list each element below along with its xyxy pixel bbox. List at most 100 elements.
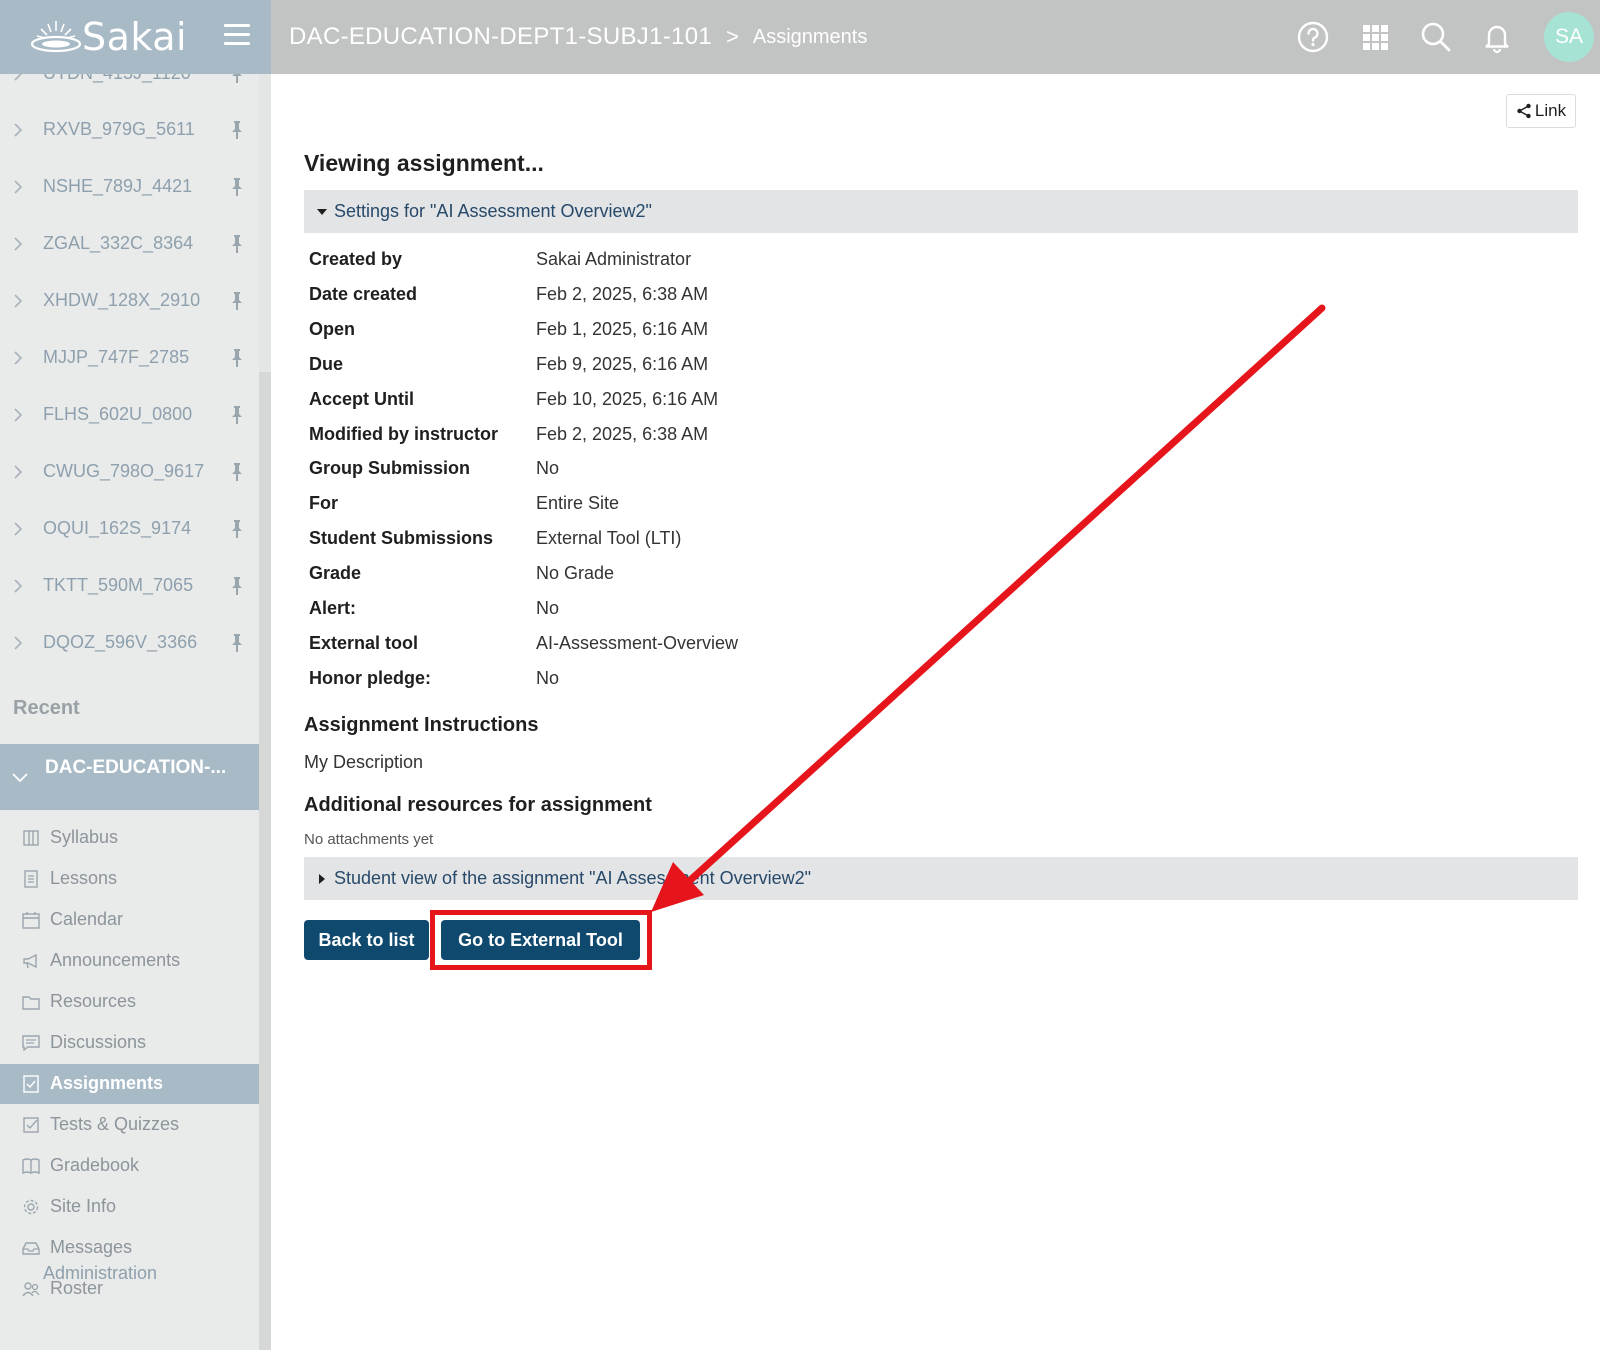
sidebar-site-label: RXVB_979G_5611: [43, 119, 195, 139]
sidebar-item-label: Calendar: [50, 909, 124, 929]
logo-text: Sakai: [82, 15, 188, 59]
lessons-icon: [22, 870, 40, 888]
chevron-right-icon: [14, 636, 23, 650]
sidebar-site-item[interactable]: DQOZ_596V_3366: [0, 623, 259, 663]
current-site-header[interactable]: DAC-EDUCATION-...: [0, 744, 259, 810]
sidebar-site-item[interactable]: RXVB_979G_5611: [0, 110, 259, 150]
sidebar-site-label: TKTT_590M_7065: [43, 575, 194, 595]
sidebar-site-item[interactable]: UTDN_415J_1120: [0, 74, 259, 94]
detail-key: Open: [309, 318, 356, 339]
sidebar-site-label: OQUI_162S_9174: [43, 518, 192, 538]
detail-key: Group Submission: [309, 458, 471, 479]
sakai-logo[interactable]: Sakai: [28, 14, 187, 60]
detail-key: Honor pledge:: [309, 667, 431, 688]
detail-value: AI-Assessment-Overview: [536, 632, 739, 653]
pin-icon[interactable]: [230, 462, 244, 482]
sidebar-site-item[interactable]: CWUG_798O_9617: [0, 452, 259, 492]
hamburger-line: [224, 33, 250, 36]
sidebar-item-label: Syllabus: [50, 827, 119, 847]
bell-icon[interactable]: [1480, 20, 1514, 54]
pin-icon[interactable]: [230, 405, 244, 425]
detail-key: Grade: [309, 563, 362, 584]
sidebar-site-item[interactable]: ZGAL_332C_8364: [0, 224, 259, 264]
recent-heading: Recent: [13, 697, 80, 719]
settings-accordion-toggle[interactable]: Settings for "AI Assessment Overview2": [304, 190, 1578, 233]
pin-icon[interactable]: [230, 633, 244, 653]
pin-icon[interactable]: [230, 234, 244, 254]
sidebar-site-label: MJJP_747F_2785: [43, 347, 190, 367]
student-view-accordion-label: Student view of the assignment "AI Asses…: [334, 868, 811, 888]
student-view-accordion-toggle[interactable]: Student view of the assignment "AI Asses…: [304, 857, 1578, 900]
current-site-name: DAC-EDUCATION-...: [45, 757, 227, 778]
sidebar-site-label: DQOZ_596V_3366: [43, 632, 198, 652]
sidebar-item-gradebook[interactable]: Gradebook: [0, 1146, 259, 1186]
sidebar-item-label: Gradebook: [50, 1155, 140, 1175]
sidebar-item-site-info[interactable]: Site Info: [0, 1187, 259, 1227]
pin-icon[interactable]: [230, 74, 244, 84]
hamburger-line: [224, 42, 250, 45]
sidebar-site-item[interactable]: MJJP_747F_2785: [0, 338, 259, 378]
sidebar-item-label: Announcements: [50, 950, 181, 970]
sidebar-item-calendar[interactable]: Calendar: [0, 900, 259, 940]
syllabus-icon: [22, 829, 40, 847]
user-avatar[interactable]: SA: [1544, 12, 1594, 62]
chevron-down-icon: [12, 773, 28, 783]
calendar-icon: [22, 911, 40, 929]
pin-icon[interactable]: [230, 177, 244, 197]
pin-icon[interactable]: [230, 576, 244, 596]
chevron-right-icon: [14, 351, 23, 365]
pin-icon[interactable]: [230, 120, 244, 140]
hamburger-line: [224, 24, 250, 27]
sidebar-item-tests-quizzes[interactable]: Tests & Quizzes: [0, 1105, 259, 1145]
search-icon[interactable]: [1419, 20, 1453, 54]
sidebar-item-label: Tests & Quizzes: [50, 1114, 180, 1134]
sidebar-item-label: Lessons: [50, 868, 118, 888]
sidebar-site-item[interactable]: XHDW_128X_2910: [0, 281, 259, 321]
gradebook-icon: [22, 1157, 40, 1175]
pin-icon[interactable]: [230, 519, 244, 539]
sidebar-item-messages[interactable]: Messages: [0, 1228, 259, 1268]
detail-value: Feb 10, 2025, 6:16 AM: [536, 388, 719, 409]
caret-down-icon: [317, 208, 327, 215]
sidebar-item-label: Assignments: [50, 1073, 164, 1093]
back-to-list-button[interactable]: Back to list: [304, 920, 429, 960]
sidebar-item-syllabus[interactable]: Syllabus: [0, 818, 259, 858]
chevron-right-icon: [14, 294, 23, 308]
help-icon[interactable]: [1296, 20, 1330, 54]
instructions-heading: Assignment Instructions: [304, 714, 539, 736]
sidebar-scrollbar-thumb[interactable]: [259, 372, 271, 1350]
detail-key: Date created: [309, 283, 418, 304]
sidebar-item-assignments[interactable]: Assignments: [0, 1064, 259, 1104]
sidebar-item-resources[interactable]: Resources: [0, 982, 259, 1022]
sidebar-item-announcements[interactable]: Announcements: [0, 941, 259, 981]
sidebar-site-label: UTDN_415J_1120: [43, 74, 191, 84]
sidebar-item-lessons[interactable]: Lessons: [0, 859, 259, 899]
sidebar-item-label: Roster: [50, 1278, 104, 1298]
folder-icon: [22, 993, 40, 1011]
detail-key: Modified by instructor: [309, 423, 498, 444]
people-icon: [22, 1280, 40, 1298]
detail-value: Sakai Administrator: [536, 249, 692, 269]
pin-icon[interactable]: [230, 348, 244, 368]
sidebar-item-roster[interactable]: Roster: [0, 1269, 259, 1309]
detail-value: No: [536, 667, 560, 688]
breadcrumb-site[interactable]: DAC-EDUCATION-DEPT1-SUBJ1-101: [289, 23, 712, 51]
breadcrumb-tool[interactable]: Assignments: [753, 26, 868, 49]
link-button[interactable]: Link: [1506, 94, 1576, 128]
chevron-right-icon: [14, 74, 23, 81]
top-bar: Sakai DAC-EDUCATION-DEPT1-SUBJ1-101 > As…: [0, 0, 1600, 74]
detail-value: No Grade: [536, 563, 615, 584]
instructions-text: My Description: [304, 752, 424, 772]
sidebar-site-item[interactable]: FLHS_602U_0800: [0, 395, 259, 435]
detail-value: Feb 2, 2025, 6:38 AM: [536, 423, 709, 444]
pin-icon[interactable]: [230, 291, 244, 311]
sidebar-site-item[interactable]: OQUI_162S_9174: [0, 509, 259, 549]
sidebar-site-label: NSHE_789J_4421: [43, 176, 193, 196]
sidebar-site-item[interactable]: NSHE_789J_4421: [0, 167, 259, 207]
discussion-icon: [22, 1034, 40, 1052]
menu-toggle-button[interactable]: [224, 24, 250, 48]
sidebar-site-item[interactable]: TKTT_590M_7065: [0, 566, 259, 606]
sidebar-item-discussions[interactable]: Discussions: [0, 1023, 259, 1063]
assignment-icon: [22, 1075, 40, 1093]
apps-grid-icon[interactable]: [1358, 20, 1392, 54]
